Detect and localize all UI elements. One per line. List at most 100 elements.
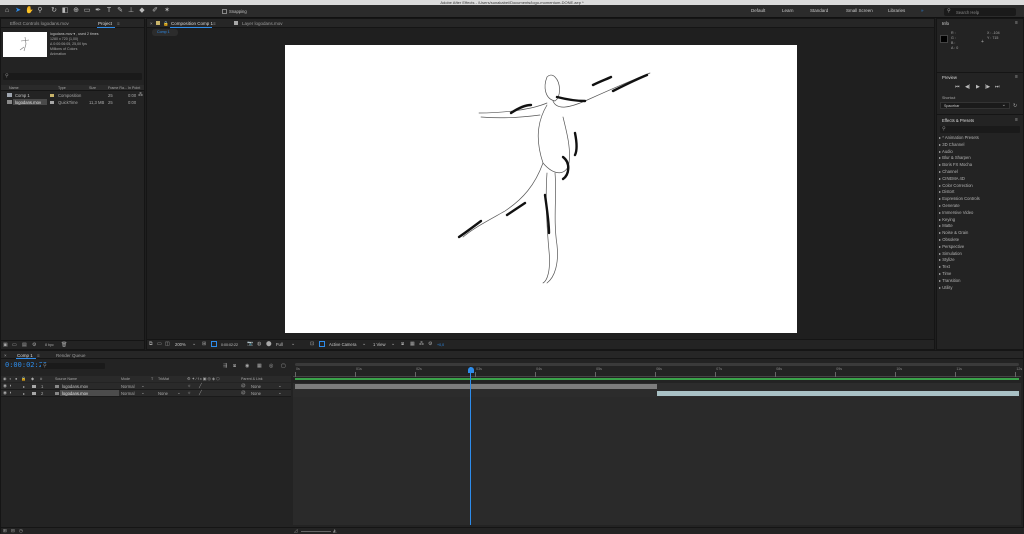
expand-switches-icon[interactable]: ⊞	[3, 528, 7, 534]
first-frame-icon[interactable]: ⏮	[955, 84, 960, 90]
home-icon[interactable]: ⌂	[3, 7, 11, 15]
new-composition-icon[interactable]: ▤	[22, 342, 27, 348]
project-row-comp[interactable]: Comp 1 Composition 25 0:00 ⁂	[1, 92, 144, 98]
effects-category-item[interactable]: ▸ Blur & Sharpen	[939, 155, 971, 160]
flowchart-icon[interactable]: ⁂	[419, 341, 424, 347]
zoom-tool-icon[interactable]: ⚲	[36, 7, 44, 15]
camera-select[interactable]: Active Camera	[329, 342, 356, 347]
effects-category-item[interactable]: ▸ Time	[939, 271, 951, 276]
brush-tool-icon[interactable]: ✎	[116, 7, 124, 15]
shortcut-select[interactable]: Spacebar ⌄	[940, 102, 1010, 109]
chevron-down-icon[interactable]: ⌄	[362, 341, 366, 347]
timeline-layer-row-2[interactable]: ◉ ◖ ▸ 2 logodans.mov Normal ⌄ None ⌄ ☼ ╱…	[1, 390, 291, 397]
new-folder-icon[interactable]: ▭	[12, 342, 17, 348]
layer-parent-select[interactable]: None	[251, 391, 261, 396]
eye-icon[interactable]: ◉	[3, 376, 7, 381]
previous-frame-icon[interactable]: ◀|	[965, 84, 970, 90]
workspace-default[interactable]: Default	[751, 8, 765, 13]
mask-visibility-icon[interactable]: ◫	[165, 341, 170, 347]
eraser-tool-icon[interactable]: ◆	[138, 7, 146, 15]
time-graph[interactable]: 0s 01s 02s 03s 04s 05s 06s 07s 08s 09s 10s 11s 12s	[293, 361, 1022, 525]
lock-icon[interactable]: 🔒	[163, 21, 169, 27]
frame-blending-icon[interactable]: ▦	[257, 363, 262, 369]
chevron-down-icon[interactable]: ⌄	[141, 390, 145, 396]
bit-depth-label[interactable]: 8 bpc	[45, 343, 54, 347]
col-trkmat[interactable]: TrkMat	[158, 377, 169, 381]
draft-3d-icon[interactable]: ⧆	[233, 363, 236, 369]
effects-category-item[interactable]: ▸ Distort	[939, 189, 954, 194]
zoom-in-icon[interactable]: ◭	[333, 528, 336, 534]
timeline-layer-row-1[interactable]: ◉ ◖ ▸ 1 logodans.mov Normal ⌄ ☼ ╱ @ None…	[1, 383, 291, 390]
audio-icon[interactable]: ◖	[9, 383, 12, 388]
fast-previews-icon[interactable]	[319, 341, 325, 347]
effects-category-item[interactable]: ▸ Audio	[939, 149, 953, 154]
comp-breadcrumb[interactable]: Comp 1	[152, 29, 178, 36]
tab-comp-1[interactable]: Comp 1	[17, 353, 33, 358]
effects-category-item[interactable]: ▸ Expression Controls	[939, 196, 980, 201]
workspace-standard[interactable]: Standard	[810, 8, 828, 13]
pen-tool-icon[interactable]: ✒	[94, 7, 102, 15]
close-tab-icon[interactable]: ×	[150, 21, 153, 26]
tab-effect-controls[interactable]: Effect Controls logodans.mov	[10, 21, 69, 26]
workspace-small-screen[interactable]: Small Screen	[846, 8, 873, 13]
effects-category-item[interactable]: ▸ Channel	[939, 169, 958, 174]
workspace-learn[interactable]: Learn	[782, 8, 794, 13]
pick-whip-icon[interactable]: @	[241, 390, 246, 395]
type-tool-icon[interactable]: T	[105, 7, 113, 15]
magnification-select[interactable]: 200%	[175, 342, 186, 347]
snapshot-icon[interactable]: 📷	[247, 341, 253, 347]
effects-category-item[interactable]: ▸ Text	[939, 264, 950, 269]
col-mode[interactable]: Mode	[121, 377, 130, 381]
expand-triangle-icon[interactable]: ▸	[23, 391, 25, 396]
chevron-down-icon[interactable]: ⌄	[278, 383, 282, 389]
panel-menu-icon[interactable]: ≡	[37, 353, 40, 358]
time-navigator[interactable]	[295, 363, 1019, 366]
project-row-footage[interactable]: logodans.mov QuickTime 11,3 MB 25 0:00	[1, 99, 144, 105]
label-color-swatch[interactable]	[32, 391, 36, 395]
draft-3d-icon[interactable]: ▦	[410, 341, 415, 347]
panel-menu-icon[interactable]: ≡	[213, 21, 216, 26]
col-name[interactable]: Name	[9, 86, 19, 90]
zoom-slider[interactable]	[301, 531, 331, 532]
selection-tool-icon[interactable]: ➤	[14, 7, 22, 15]
clone-stamp-tool-icon[interactable]: ⊥	[127, 7, 135, 15]
resolution-select[interactable]: Full	[276, 342, 283, 347]
project-settings-icon[interactable]: ⚙	[32, 342, 36, 348]
effects-category-item[interactable]: ▸ Color Correction	[939, 183, 973, 188]
close-tab-icon[interactable]: ×	[4, 353, 7, 358]
tab-render-queue[interactable]: Render Queue	[56, 353, 86, 358]
layer-parent-select[interactable]: None	[251, 384, 261, 389]
playhead-handle[interactable]	[467, 367, 474, 373]
quality-switch-icon[interactable]: ╱	[199, 383, 202, 389]
always-preview-icon[interactable]: ⧉	[149, 341, 153, 347]
tab-layer[interactable]: Layer logodans.mov	[242, 21, 283, 26]
trash-icon[interactable]: 🗑	[61, 342, 67, 348]
panel-menu-icon[interactable]: ≡	[117, 21, 120, 26]
show-channel-icon[interactable]: ◍	[257, 341, 261, 347]
collapse-switch-icon[interactable]: ☼	[187, 390, 191, 395]
render-time-icon[interactable]: ◷	[19, 528, 23, 534]
last-frame-icon[interactable]: ⏭	[995, 84, 1000, 90]
tab-project[interactable]: Project	[98, 21, 112, 26]
panel-menu-icon[interactable]: ≡	[1015, 74, 1018, 80]
work-area-bar[interactable]	[295, 378, 1019, 380]
views-select[interactable]: 1 View	[373, 342, 386, 347]
loop-icon[interactable]: ↻	[1013, 103, 1017, 109]
viewer-timecode[interactable]: 0:00:02:22	[221, 343, 238, 347]
pan-behind-tool-icon[interactable]: ⊕	[72, 7, 80, 15]
effects-category-item[interactable]: ▸ Keying	[939, 217, 955, 222]
shy-icon[interactable]: ◉	[245, 363, 249, 369]
project-search-input[interactable]: ⚲	[3, 73, 142, 80]
effects-category-item[interactable]: ▸ Simulation	[939, 251, 962, 256]
effects-category-item[interactable]: ▸ Matte	[939, 223, 953, 228]
zoom-out-icon[interactable]: ◿	[294, 528, 297, 534]
layer-name[interactable]: logodans.mov	[62, 391, 88, 396]
chevron-down-icon[interactable]: ⌄	[192, 341, 196, 347]
play-icon[interactable]: ▶	[976, 84, 980, 90]
eye-icon[interactable]: ◉	[3, 383, 7, 389]
layer-name[interactable]: logodans.mov	[62, 384, 88, 389]
col-in-point[interactable]: In Point	[128, 86, 140, 90]
solo-icon[interactable]: ●	[15, 376, 17, 381]
rotation-tool-icon[interactable]: ↻	[50, 7, 58, 15]
flowchart-icon[interactable]: ⁂	[138, 92, 143, 98]
